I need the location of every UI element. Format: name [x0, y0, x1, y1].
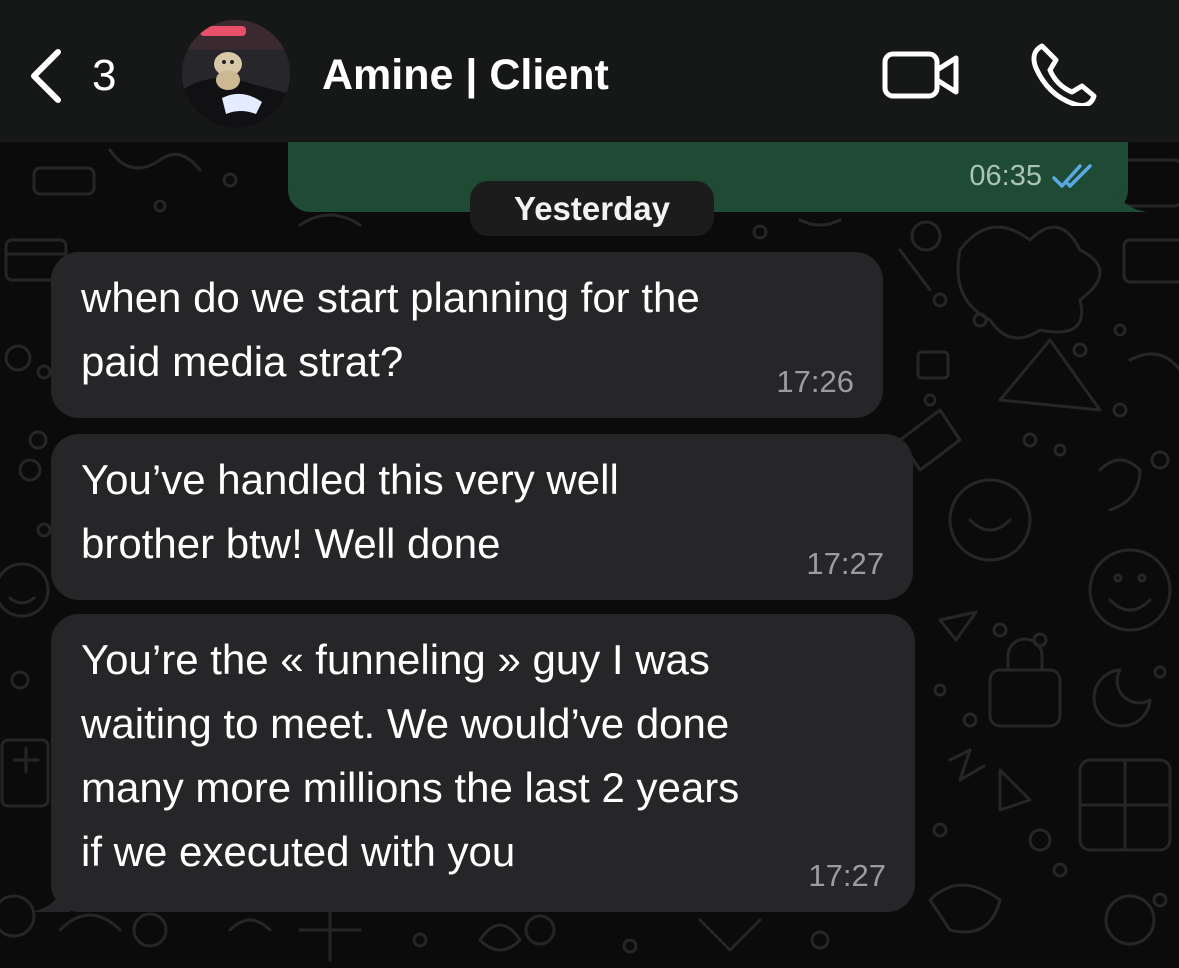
incoming-message-bubble[interactable]: You’ve handled this very well brother bt… — [51, 434, 913, 600]
chevron-left-icon[interactable] — [22, 46, 72, 106]
phone-icon[interactable] — [1028, 40, 1100, 106]
message-time: 17:27 — [806, 546, 884, 581]
message-time: 06:35 — [969, 160, 1042, 192]
incoming-bubble-tail — [32, 874, 70, 912]
message-line: brother btw! Well done — [81, 520, 501, 567]
message-line: when do we start planning for the — [81, 274, 700, 321]
message-line: You’ve handled this very well — [81, 456, 619, 503]
message-text: You’ve handled this very well brother bt… — [81, 448, 619, 576]
message-line: many more millions the last 2 years — [81, 764, 740, 811]
avatar-photo — [182, 20, 290, 128]
date-divider: Yesterday — [470, 181, 714, 236]
incoming-message-bubble[interactable]: You’re the « funneling » guy I was waiti… — [51, 614, 915, 912]
message-text: when do we start planning for the paid m… — [81, 266, 700, 394]
avatar[interactable] — [182, 20, 290, 128]
chat-header: 3 Amine | Client — [0, 0, 1179, 142]
unread-count[interactable]: 3 — [92, 50, 116, 102]
message-line: paid media strat? — [81, 338, 404, 385]
double-check-read-icon — [1052, 164, 1092, 188]
message-line: if we executed with you — [81, 828, 516, 875]
message-time: 17:26 — [776, 364, 854, 399]
contact-name[interactable]: Amine | Client — [322, 48, 609, 102]
message-line: You’re the « funneling » guy I was — [81, 636, 710, 683]
incoming-message-bubble[interactable]: when do we start planning for the paid m… — [51, 252, 883, 418]
outgoing-bubble-tail — [1108, 180, 1148, 212]
message-time: 17:27 — [808, 858, 886, 893]
message-text: You’re the « funneling » guy I was waiti… — [81, 628, 739, 884]
video-camera-icon[interactable] — [880, 46, 962, 104]
message-line: waiting to meet. We would’ve done — [81, 700, 730, 747]
